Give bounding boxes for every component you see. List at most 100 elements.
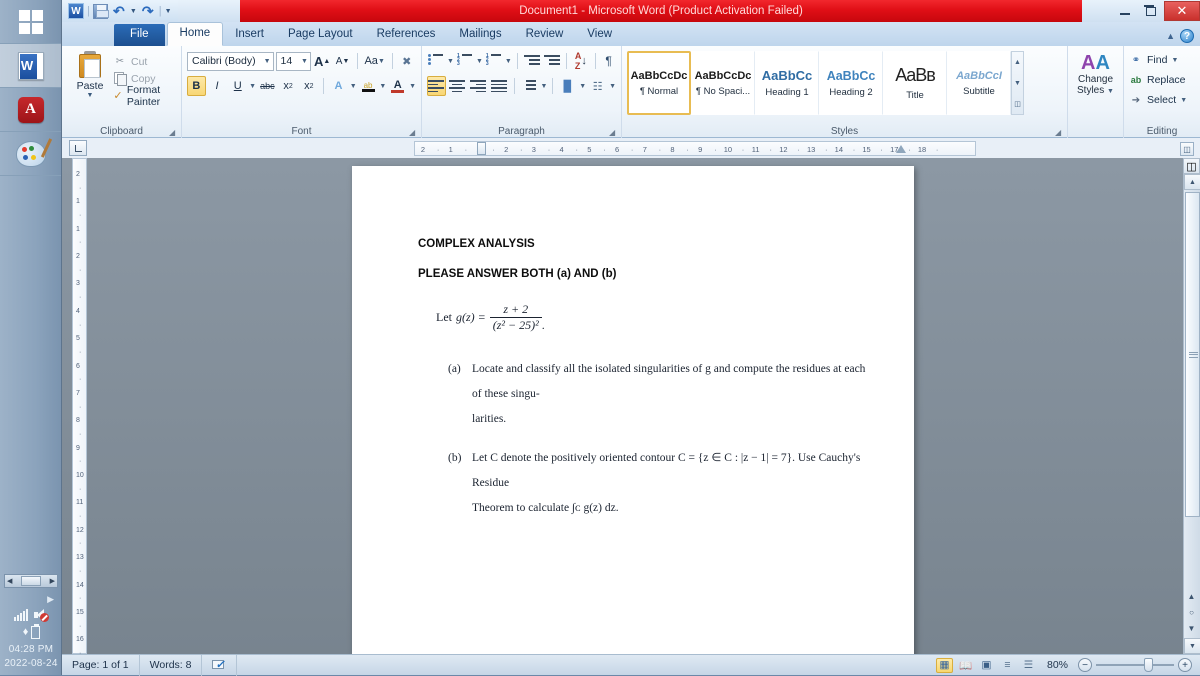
styles-gallery-scrollbar[interactable]: ▲ ▼ ◫ xyxy=(1011,51,1024,115)
document-area[interactable]: 2·1·1·2·3·4·5·6·7·8·9·10·11·12·13·14·15·… xyxy=(62,158,1200,654)
italic-button[interactable]: I xyxy=(208,76,227,96)
align-left-button[interactable] xyxy=(427,76,446,96)
replace-button[interactable]: ab Replace xyxy=(1129,70,1195,90)
close-button[interactable]: ✕ xyxy=(1164,1,1200,21)
taskbar-horizontal-scrollbar[interactable]: ◀ ▶ xyxy=(4,574,58,588)
taskbar-acrobat[interactable]: A xyxy=(0,88,61,132)
style-heading-2[interactable]: AaBbCc Heading 2 xyxy=(819,51,883,115)
underline-button[interactable]: U xyxy=(228,76,247,96)
cut-button[interactable]: ✂ Cut xyxy=(113,53,176,70)
full-screen-reading-view-button[interactable]: 📖 xyxy=(957,658,974,673)
text-effects-dropdown-icon[interactable]: ▼ xyxy=(350,83,357,90)
subscript-button[interactable]: x2 xyxy=(279,76,298,96)
select-browse-object-icon[interactable]: ○ xyxy=(1183,604,1200,620)
previous-page-icon[interactable]: ▲ xyxy=(1183,588,1200,604)
paragraph-dialog-launcher[interactable]: ◢ xyxy=(609,128,618,137)
tab-view[interactable]: View xyxy=(575,24,624,46)
show-formatting-marks-button[interactable]: ¶ xyxy=(601,51,616,71)
find-button[interactable]: ⚭ Find ▼ xyxy=(1129,50,1195,70)
customize-qat-button[interactable]: ▼ xyxy=(165,8,172,15)
borders-dropdown-icon[interactable]: ▼ xyxy=(609,83,616,90)
paste-button[interactable]: Paste ▼ xyxy=(67,49,113,138)
tray-clock-date[interactable]: 2022-08-24 xyxy=(0,657,62,671)
multilevel-dropdown-icon[interactable]: ▼ xyxy=(505,58,512,65)
style-normal[interactable]: AaBbCcDc ¶ Normal xyxy=(627,51,691,115)
scrollbar-thumb[interactable] xyxy=(21,576,41,586)
chevron-down-icon[interactable]: ▼ xyxy=(1107,88,1114,95)
style-heading-1[interactable]: AaBbCс Heading 1 xyxy=(755,51,819,115)
zoom-slider-track[interactable] xyxy=(1096,664,1174,666)
tab-insert[interactable]: Insert xyxy=(223,24,276,46)
undo-dropdown-icon[interactable]: ▼ xyxy=(130,8,137,15)
right-indent-marker[interactable] xyxy=(896,145,906,153)
font-color-button[interactable]: A xyxy=(388,76,407,96)
taskbar-word[interactable]: W xyxy=(0,44,61,88)
help-question-icon[interactable]: ? xyxy=(1180,29,1194,43)
start-button[interactable] xyxy=(0,0,61,44)
zoom-slider[interactable] xyxy=(1096,664,1174,666)
scroll-down-button[interactable]: ▼ xyxy=(1184,638,1200,654)
superscript-button[interactable]: x2 xyxy=(299,76,318,96)
undo-button[interactable]: ↶ xyxy=(111,3,127,19)
speaker-muted-icon[interactable] xyxy=(34,609,48,621)
find-dropdown-icon[interactable]: ▼ xyxy=(1171,57,1178,64)
change-styles-button[interactable]: AA Change Styles ▼ xyxy=(1073,52,1118,97)
left-indent-marker[interactable] xyxy=(477,142,486,155)
signal-bars-icon[interactable] xyxy=(14,609,28,621)
zoom-in-button[interactable]: + xyxy=(1178,658,1192,672)
chevron-up-icon[interactable]: ▲ xyxy=(1012,52,1023,72)
align-right-button[interactable] xyxy=(469,76,488,96)
font-dialog-launcher[interactable]: ◢ xyxy=(409,128,418,137)
sort-button[interactable]: AZ↓ xyxy=(571,51,590,71)
highlight-dropdown-icon[interactable]: ▼ xyxy=(379,83,386,90)
underline-dropdown-icon[interactable]: ▼ xyxy=(249,83,256,90)
justify-button[interactable] xyxy=(490,76,509,96)
strikethrough-button[interactable]: abc xyxy=(258,76,277,96)
font-family-combobox[interactable]: Calibri (Body) ▼ xyxy=(187,52,274,71)
tab-home[interactable]: Home xyxy=(167,22,224,46)
line-spacing-button[interactable] xyxy=(520,76,539,96)
word-app-icon[interactable]: W xyxy=(68,3,84,19)
zoom-out-button[interactable]: − xyxy=(1078,658,1092,672)
change-case-button[interactable]: Aa▼ xyxy=(363,51,387,71)
increase-indent-button[interactable] xyxy=(543,51,561,71)
zoom-level[interactable]: 80% xyxy=(1041,659,1074,671)
save-button[interactable] xyxy=(93,4,108,19)
outline-view-button[interactable]: ≡ xyxy=(999,658,1016,673)
decrease-indent-button[interactable] xyxy=(523,51,541,71)
bullets-dropdown-icon[interactable]: ▼ xyxy=(447,58,454,65)
shrink-font-button[interactable]: A▼ xyxy=(333,51,351,71)
styles-dialog-launcher[interactable]: ◢ xyxy=(1055,128,1064,137)
shading-button[interactable]: ▉ xyxy=(558,76,577,96)
scroll-right-icon[interactable]: ▶ xyxy=(48,577,57,585)
document-page[interactable]: COMPLEX ANALYSIS PLEASE ANSWER BOTH (a) … xyxy=(352,166,914,654)
more-styles-icon[interactable]: ◫ xyxy=(1012,94,1023,114)
vertical-ruler[interactable]: 2·1·1·2·3·4·5·6·7·8·9·10·11·12·13·14·15·… xyxy=(72,158,87,654)
tab-selector-button[interactable] xyxy=(69,140,87,156)
format-painter-button[interactable]: ✓ Format Painter xyxy=(113,87,176,104)
line-spacing-dropdown-icon[interactable]: ▼ xyxy=(540,83,547,90)
font-color-dropdown-icon[interactable]: ▼ xyxy=(409,83,416,90)
page-indicator[interactable]: Page: 1 of 1 xyxy=(62,655,140,676)
style-no-spacing[interactable]: AaBbCcDc ¶ No Spaci... xyxy=(691,51,755,115)
tab-references[interactable]: References xyxy=(365,24,448,46)
minimize-button[interactable] xyxy=(1112,1,1138,21)
redo-button[interactable]: ↷ xyxy=(140,3,156,19)
chevron-down-icon[interactable]: ▼ xyxy=(1012,73,1023,93)
numbering-dropdown-icon[interactable]: ▼ xyxy=(476,58,483,65)
highlight-color-button[interactable]: ab xyxy=(359,76,378,96)
chevron-up-icon[interactable]: ▲ xyxy=(1166,31,1175,41)
style-title[interactable]: AaBʙ Title xyxy=(883,51,947,115)
taskbar-paint[interactable] xyxy=(0,132,61,176)
battery-icon[interactable]: ♦ xyxy=(0,626,62,639)
web-layout-view-button[interactable]: ▣ xyxy=(978,658,995,673)
clear-formatting-button[interactable]: ✖ xyxy=(398,51,416,71)
draft-view-button[interactable]: ☰ xyxy=(1020,658,1037,673)
numbering-button[interactable]: 123 xyxy=(456,51,474,71)
tab-file[interactable]: File xyxy=(114,24,165,46)
text-effects-button[interactable]: A xyxy=(329,76,348,96)
clipboard-dialog-launcher[interactable]: ◢ xyxy=(169,128,178,137)
scroll-left-icon[interactable]: ◀ xyxy=(5,577,14,585)
bold-button[interactable]: B xyxy=(187,76,206,96)
word-count[interactable]: Words: 8 xyxy=(140,655,203,676)
